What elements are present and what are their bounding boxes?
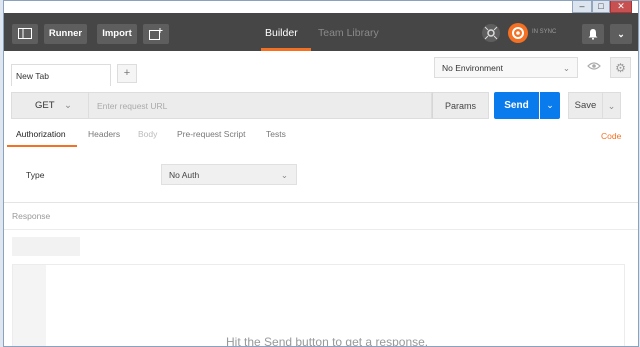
auth-type-label: Type: [26, 170, 45, 180]
auth-type-select[interactable]: No Auth ⌄: [161, 164, 297, 185]
sync-status: IN SYNC: [532, 29, 557, 35]
gear-icon[interactable]: ⚙: [610, 57, 631, 78]
active-subtab-indicator: [7, 145, 77, 147]
response-body: Hit the Send button to get a response.: [12, 264, 625, 347]
tab-team-library[interactable]: Team Library: [318, 27, 379, 39]
line-number-gutter: [13, 265, 46, 346]
environment-select[interactable]: No Environment ⌄: [434, 57, 578, 78]
top-toolbar: Runner Import Builder Team Library IN SY…: [4, 13, 638, 51]
response-label: Response: [12, 211, 51, 221]
import-button[interactable]: Import: [97, 24, 137, 44]
chevron-down-icon: ⌄: [562, 63, 570, 73]
response-toolbar-placeholder: [12, 237, 80, 256]
maximize-icon[interactable]: □: [592, 1, 610, 13]
tab-body[interactable]: Body: [138, 129, 157, 139]
send-options-chevron-icon[interactable]: ⌄: [540, 92, 560, 119]
minimize-icon[interactable]: –: [572, 1, 592, 13]
environment-select-value: No Environment: [442, 63, 503, 73]
save-button[interactable]: Save: [568, 92, 603, 119]
authorization-panel: Type No Auth ⌄: [4, 148, 638, 203]
request-tabs-bar: New Tab + No Environment ⌄ ⚙: [4, 51, 638, 88]
chevron-down-icon: ⌄: [64, 100, 72, 111]
chevron-down-icon: ⌄: [280, 170, 288, 180]
app-window: – □ ✕ Runner Import Builder Team Library…: [3, 0, 639, 347]
method-value: GET: [35, 100, 55, 111]
request-subtabs: Authorization Headers Body Pre-request S…: [4, 127, 638, 149]
send-button[interactable]: Send: [494, 92, 539, 119]
tab-builder[interactable]: Builder: [265, 27, 298, 39]
request-url-bar: GET ⌄ Enter request URL Params Send ⌄ Sa…: [4, 87, 638, 127]
save-options-chevron-icon[interactable]: ⌄: [603, 92, 621, 119]
tab-tests[interactable]: Tests: [266, 129, 286, 139]
response-hint: Hit the Send button to get a response.: [226, 335, 429, 347]
auth-type-value: No Auth: [169, 170, 200, 180]
tab-authorization[interactable]: Authorization: [16, 129, 66, 139]
code-link[interactable]: Code: [601, 131, 621, 141]
tab-headers[interactable]: Headers: [88, 129, 120, 139]
response-panel: Response Hit the Send button to get a re…: [4, 203, 638, 346]
runner-button[interactable]: Runner: [44, 24, 87, 44]
tab-pre-request-script[interactable]: Pre-request Script: [177, 129, 246, 139]
notifications-icon[interactable]: [582, 24, 604, 44]
params-button[interactable]: Params: [432, 92, 489, 119]
eye-icon[interactable]: [583, 57, 604, 78]
sidebar-toggle-icon[interactable]: [12, 24, 38, 44]
request-tab[interactable]: New Tab: [11, 64, 111, 86]
divider: [4, 229, 638, 230]
close-window-icon[interactable]: ✕: [610, 1, 632, 13]
sync-icon[interactable]: [508, 23, 528, 43]
url-input[interactable]: Enter request URL: [89, 92, 432, 119]
interceptor-icon[interactable]: [482, 24, 500, 42]
method-select[interactable]: GET ⌄: [11, 92, 89, 119]
settings-menu-chevron-icon[interactable]: ⌄: [610, 24, 632, 44]
new-window-icon[interactable]: [143, 24, 169, 44]
add-tab-button[interactable]: +: [117, 64, 137, 83]
